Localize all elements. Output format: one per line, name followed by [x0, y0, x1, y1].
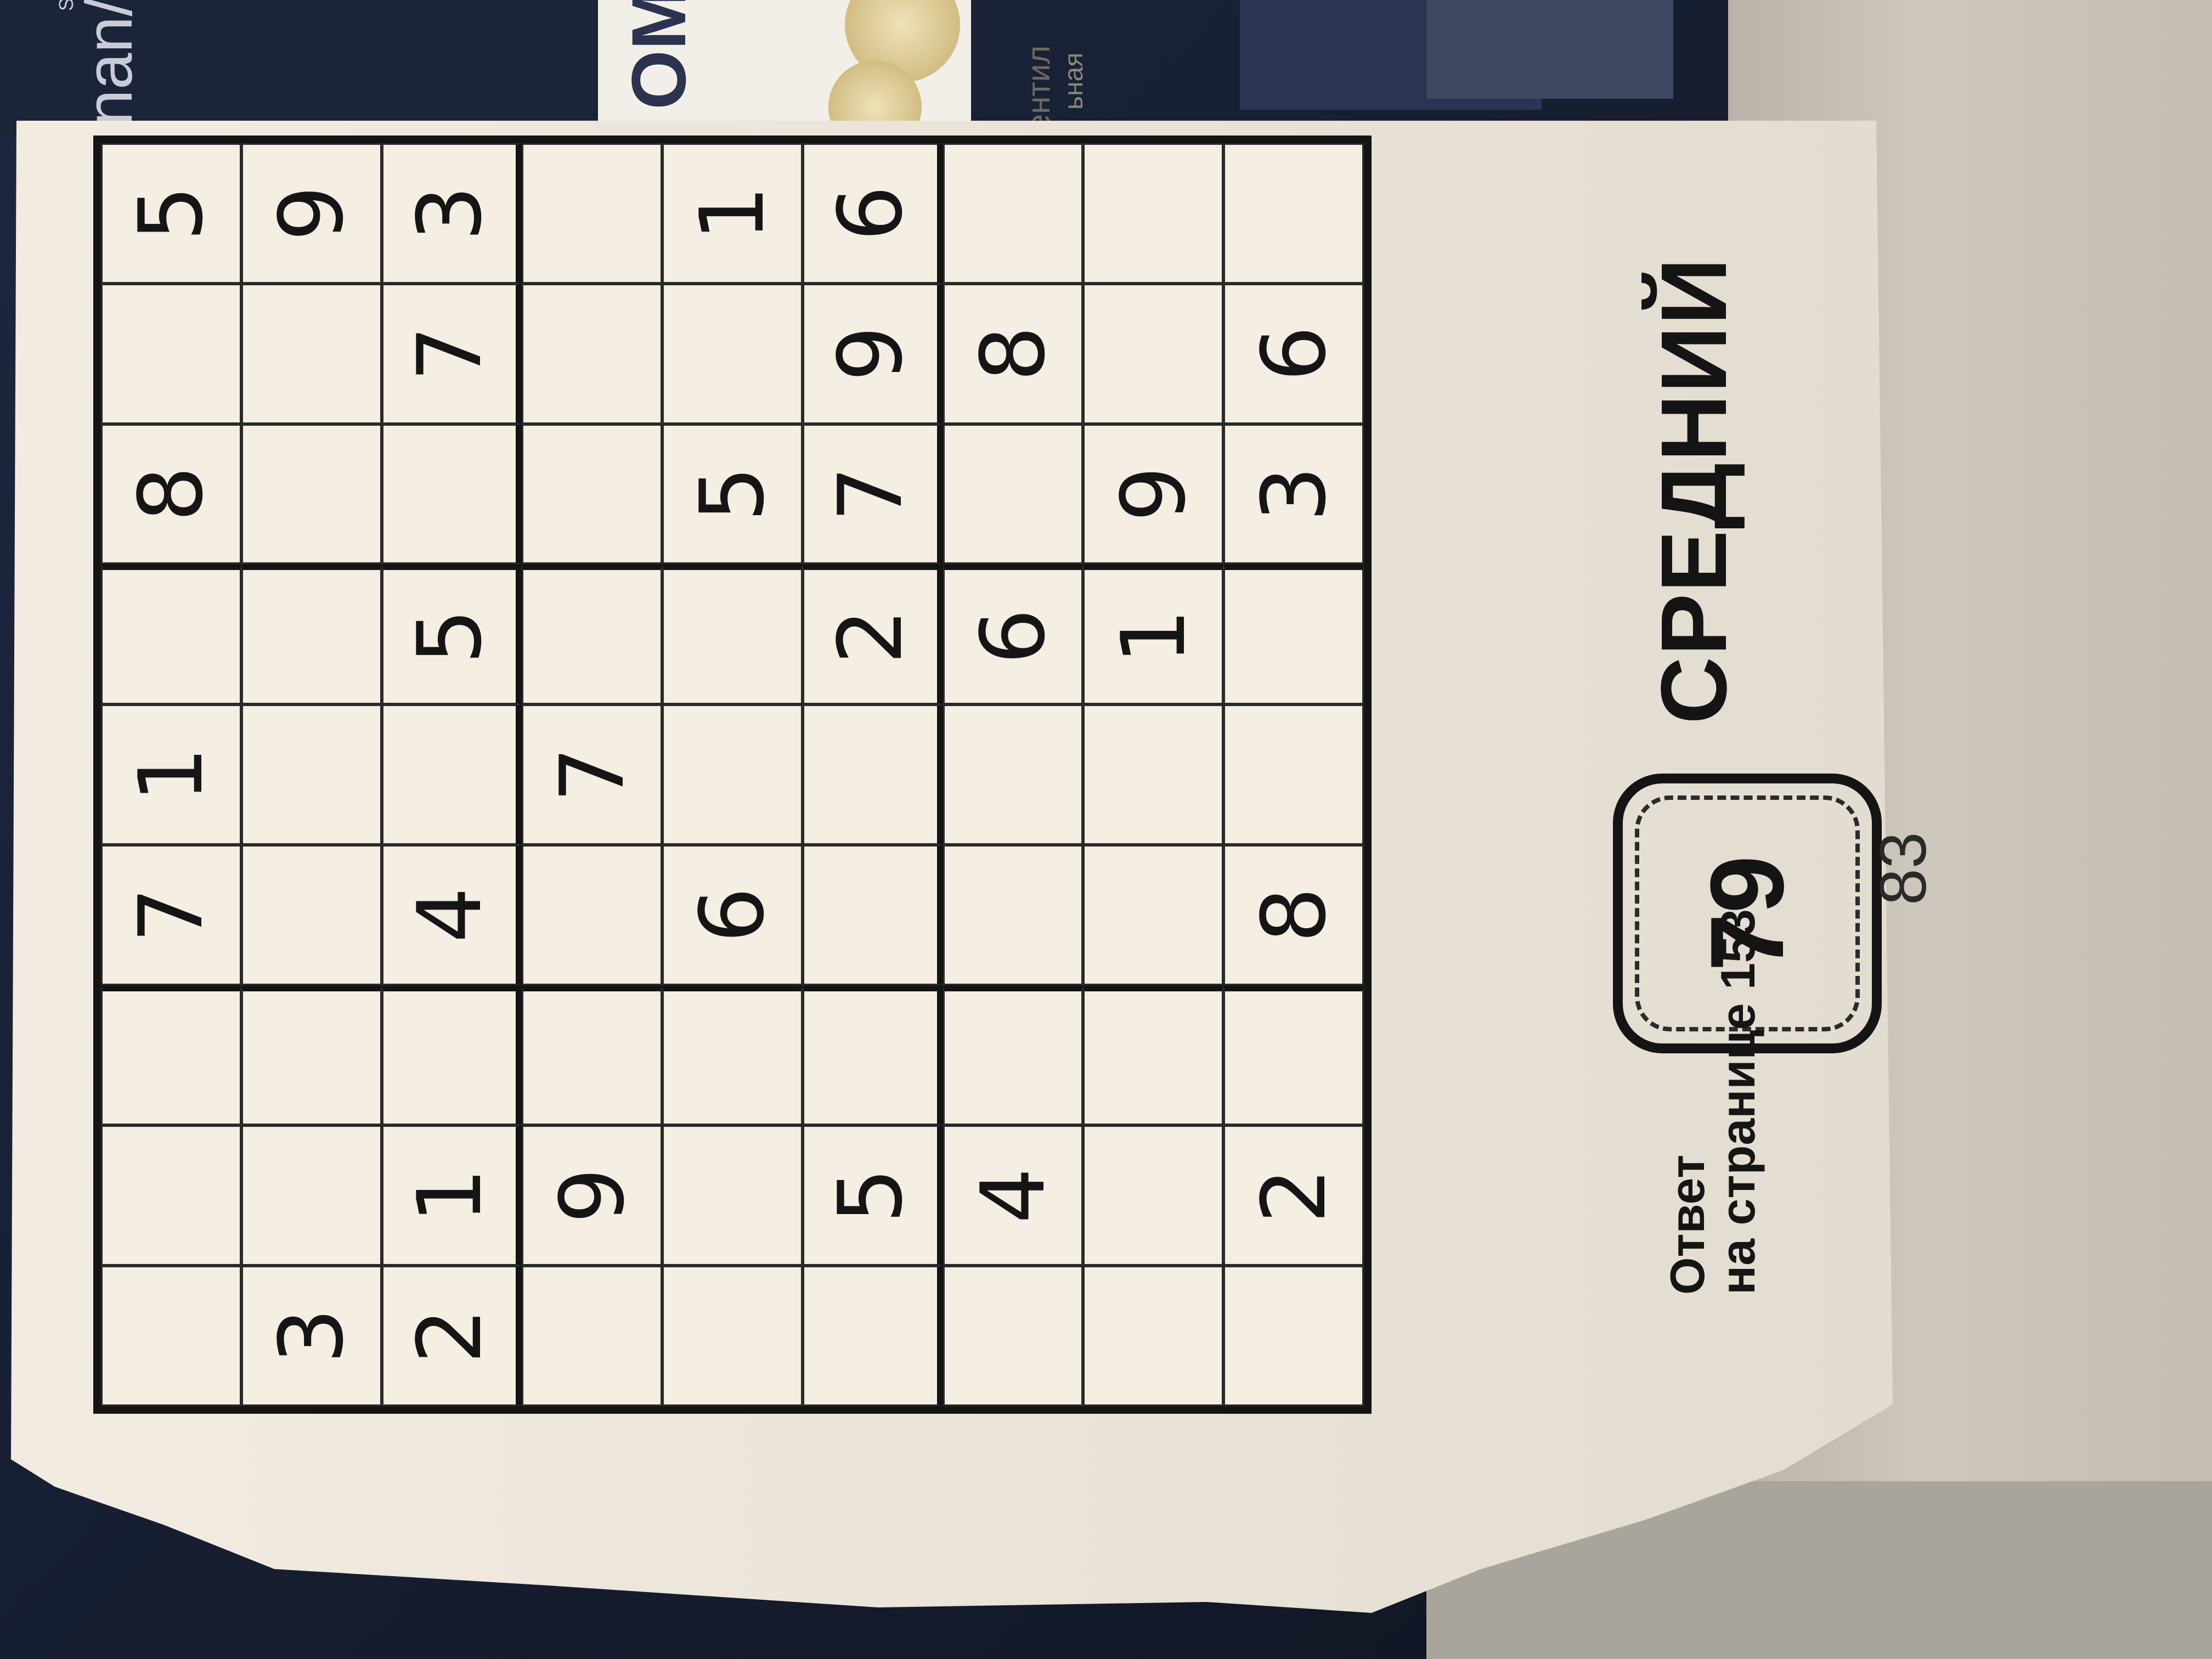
sudoku-cell-r9c1 [1223, 1266, 1364, 1406]
sudoku-cell-r3c6: 5 [381, 564, 522, 705]
sudoku-cell-r6c3 [802, 985, 943, 1126]
answer-reference: Ответ на странице 153 [1660, 909, 1765, 1295]
sudoku-cell-r8c3 [1083, 985, 1224, 1126]
sudoku-cell-r1c5: 1 [101, 704, 241, 845]
sudoku-cell-r4c2: 9 [522, 1125, 663, 1266]
sudoku-cell-r1c8 [101, 283, 241, 424]
sudoku-cell-r8c9 [1083, 143, 1224, 284]
sudoku-cell-r2c8 [241, 283, 382, 424]
sudoku-cell-r4c3 [522, 985, 663, 1126]
sudoku-cell-r9c2: 2 [1223, 1125, 1364, 1266]
sudoku-cell-r4c9 [522, 143, 663, 284]
sudoku-cell-r6c8: 9 [802, 283, 943, 424]
sudoku-cell-r2c5 [241, 704, 382, 845]
answer-line-2: на странице 153 [1711, 909, 1765, 1295]
sudoku-cell-r3c3 [381, 985, 522, 1126]
navy-card-edge [1426, 0, 1673, 99]
sudoku-cell-r7c4 [943, 844, 1084, 985]
sudoku-cell-r8c4 [1083, 844, 1224, 985]
sudoku-cell-r4c4 [522, 844, 663, 985]
sudoku-cell-r7c8: 8 [943, 283, 1084, 424]
sudoku-cell-r9c6 [1223, 564, 1364, 705]
sudoku-cell-r1c4: 7 [101, 844, 241, 985]
sudoku-cell-r8c1 [1083, 1266, 1224, 1406]
sudoku-cell-r5c7: 5 [662, 424, 803, 565]
sudoku-cell-r8c6: 1 [1083, 564, 1224, 705]
sudoku-cell-r1c6 [101, 564, 241, 705]
sudoku-cell-r6c6: 2 [802, 564, 943, 705]
sudoku-cell-r3c1: 2 [381, 1266, 522, 1406]
sudoku-cell-r7c2: 4 [943, 1125, 1084, 1266]
sudoku-cell-r2c4 [241, 844, 382, 985]
sudoku-cell-r3c2: 1 [381, 1125, 522, 1266]
sudoku-cell-r2c2 [241, 1125, 382, 1266]
difficulty-label: СРЕДНИЙ [1642, 257, 1746, 724]
sudoku-cell-r8c2 [1083, 1125, 1224, 1266]
card-logo: OMI [616, 0, 702, 110]
sudoku-grid: 7185392145739765152796468192836 [93, 136, 1372, 1414]
sudoku-cell-r5c9: 1 [662, 143, 803, 284]
sudoku-cell-r9c9 [1223, 143, 1364, 284]
white-card-line-1: ентил [1021, 45, 1057, 132]
dark-card-large-text: nan/k [72, 0, 146, 126]
sudoku-cell-r5c8 [662, 283, 803, 424]
sudoku-cell-r5c2 [662, 1125, 803, 1266]
sudoku-cell-r4c6 [522, 564, 663, 705]
sudoku-cell-r3c5 [381, 704, 522, 845]
sudoku-cell-r3c7 [381, 424, 522, 565]
sudoku-cell-r9c7: 3 [1223, 424, 1364, 565]
dark-card-text: SOUND nan/k [38, 0, 148, 132]
sudoku-cell-r7c3 [943, 985, 1084, 1126]
sudoku-cell-r6c9: 6 [802, 143, 943, 284]
sudoku-cell-r9c3 [1223, 985, 1364, 1126]
sudoku-cell-r4c1 [522, 1266, 663, 1406]
white-card-line-2: ьная [1059, 52, 1088, 110]
sudoku-cell-r7c6: 6 [943, 564, 1084, 705]
sudoku-cell-r3c4: 4 [381, 844, 522, 985]
sudoku-cell-r3c8: 7 [381, 283, 522, 424]
sudoku-cell-r7c9 [943, 143, 1084, 284]
sudoku-cell-r3c9: 3 [381, 143, 522, 284]
sudoku-cell-r5c3 [662, 985, 803, 1126]
sudoku-cell-r9c4: 8 [1223, 844, 1364, 985]
sudoku-cell-r6c5 [802, 704, 943, 845]
sudoku-cell-r9c5 [1223, 704, 1364, 845]
sudoku-cell-r8c7: 9 [1083, 424, 1224, 565]
sudoku-cell-r2c6 [241, 564, 382, 705]
sudoku-cell-r4c7 [522, 424, 663, 565]
sudoku-cell-r2c1: 3 [241, 1266, 382, 1406]
answer-line-1: Ответ [1660, 1154, 1714, 1295]
sudoku-cell-r7c7 [943, 424, 1084, 565]
sudoku-cell-r1c2 [101, 1125, 241, 1266]
page-number: 83 [1866, 832, 1940, 905]
sudoku-cell-r7c5 [943, 704, 1084, 845]
sudoku-cell-r8c8 [1083, 283, 1224, 424]
sudoku-cell-r8c5 [1083, 704, 1224, 845]
sudoku-cell-r1c3 [101, 985, 241, 1126]
sudoku-cell-r4c5: 7 [522, 704, 663, 845]
sudoku-cell-r2c9: 9 [241, 143, 382, 284]
sudoku-cell-r6c4 [802, 844, 943, 985]
photo-scene: SOUND nan/k OMI ентил ьная 7185392145739… [0, 0, 2212, 1659]
sudoku-cell-r6c7: 7 [802, 424, 943, 565]
sudoku-cell-r6c2: 5 [802, 1125, 943, 1266]
sudoku-cell-r5c1 [662, 1266, 803, 1406]
sudoku-cell-r9c8: 6 [1223, 283, 1364, 424]
sudoku-cell-r1c1 [101, 1266, 241, 1406]
sudoku-cell-r5c5 [662, 704, 803, 845]
sudoku-cell-r1c7: 8 [101, 424, 241, 565]
sudoku-cell-r1c9: 5 [101, 143, 241, 284]
sudoku-cell-r5c4: 6 [662, 844, 803, 985]
sudoku-cell-r2c3 [241, 985, 382, 1126]
sudoku-cell-r7c1 [943, 1266, 1084, 1406]
sudoku-cell-r5c6 [662, 564, 803, 705]
sudoku-cell-r4c8 [522, 283, 663, 424]
sudoku-cell-r2c7 [241, 424, 382, 565]
sudoku-cell-r6c1 [802, 1266, 943, 1406]
